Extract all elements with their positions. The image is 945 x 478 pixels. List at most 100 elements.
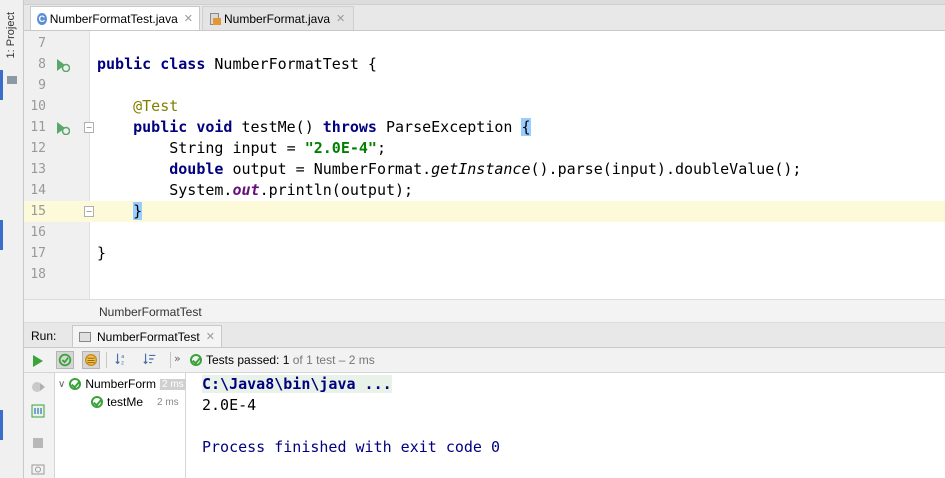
code-text: double output = NumberFormat.getInstance… — [169, 160, 802, 178]
ignored-icon — [85, 354, 97, 366]
class-icon: C — [37, 12, 47, 25]
code-line: 12 String input = "2.0E-4"; — [24, 138, 945, 159]
fold-icon[interactable]: − — [84, 206, 94, 217]
tree-item-label: testMe — [107, 395, 144, 409]
sort-alphabetically-button[interactable]: a z — [114, 351, 132, 369]
close-icon[interactable]: ✕ — [206, 330, 215, 343]
code-line-current: 15 − } — [24, 201, 945, 222]
svg-text:a: a — [121, 354, 124, 360]
line-number: 18 — [30, 267, 46, 282]
line-number: 9 — [38, 78, 46, 93]
code-line: 17 } — [24, 243, 945, 264]
sort-alpha-icon: a z — [115, 353, 124, 366]
tree-item-duration: 2 ms — [160, 378, 186, 390]
code-line: 14 System.out.println(output); — [24, 180, 945, 201]
show-ignored-button[interactable] — [82, 351, 100, 369]
console-output[interactable]: C:\Java8\bin\java ... 2.0E-4 Process fin… — [187, 373, 945, 478]
test-config-icon — [79, 331, 91, 342]
run-actions-bar — [24, 355, 55, 478]
status-detail: of 1 test – 2 ms — [292, 353, 375, 367]
line-number: 8 — [38, 57, 46, 72]
run-config-tab[interactable]: NumberFormatTest ✕ — [72, 325, 222, 347]
run-panel-header: Run: NumberFormatTest ✕ — [24, 323, 945, 348]
java-library-icon — [209, 12, 221, 25]
tree-row-test[interactable]: testMe 2 ms — [91, 393, 186, 411]
camera-icon[interactable] — [30, 461, 46, 477]
code-line: 11 − public void testMe() throws ParseEx… — [24, 117, 945, 138]
left-edge-accent — [0, 410, 3, 440]
code-text: } — [97, 244, 107, 262]
left-tool-strip: 1: Project — [0, 0, 24, 478]
line-number: 12 — [30, 141, 46, 156]
toggle-auto-test-icon[interactable] — [30, 403, 46, 419]
stop-icon[interactable] — [30, 435, 46, 451]
toolbar-separator — [170, 352, 171, 368]
code-text: public class NumberFormatTest { — [97, 55, 377, 73]
line-number: 17 — [30, 246, 46, 261]
run-tab-label: NumberFormatTest — [97, 329, 200, 344]
breadcrumb[interactable]: NumberFormatTest — [24, 299, 945, 323]
code-text: } — [133, 202, 143, 220]
run-test-icon[interactable] — [54, 121, 70, 135]
line-number: 11 — [30, 120, 46, 135]
code-line: 13 double output = NumberFormat.getInsta… — [24, 159, 945, 180]
run-test-icon[interactable] — [54, 58, 70, 72]
line-number: 10 — [30, 99, 46, 114]
breadcrumb-class[interactable]: NumberFormatTest — [99, 305, 202, 319]
sort-duration-icon — [143, 353, 156, 365]
code-line: 8 public class NumberFormatTest { — [24, 54, 945, 75]
tree-item-duration: 2 ms — [157, 396, 179, 408]
fold-icon[interactable]: − — [84, 122, 94, 133]
code-text: System.out.println(output); — [169, 181, 414, 199]
test-status: Tests passed: 1 of 1 test – 2 ms — [190, 353, 375, 367]
passed-icon — [190, 354, 202, 366]
project-tool-label: 1: Project — [5, 12, 17, 59]
run-toolbar: a z » Tests passed: 1 of 1 test – 2 ms — [24, 348, 945, 373]
code-line: 7 — [24, 33, 945, 54]
console-output-line: 2.0E-4 — [202, 396, 257, 414]
sort-by-duration-button[interactable] — [142, 351, 160, 369]
chevron-down-icon[interactable]: ∨ — [58, 379, 65, 390]
code-text: String input = "2.0E-4"; — [169, 139, 386, 157]
tab-numberformattest-java[interactable]: C NumberFormatTest.java ✕ — [30, 6, 200, 30]
toolbar-separator — [106, 352, 107, 368]
code-line: 18 — [24, 264, 945, 285]
show-passed-button[interactable] — [56, 351, 74, 369]
tab-numberformat-java[interactable]: NumberFormat.java ✕ — [202, 6, 354, 30]
status-count: 1 — [282, 353, 290, 367]
code-editor[interactable]: 7 8 public class NumberFormatTest { 9 10… — [24, 31, 945, 299]
test-results-tree[interactable]: ∨ NumberForm 2 ms testMe 2 ms — [55, 373, 186, 478]
tree-item-label: NumberForm — [85, 377, 157, 391]
rerun-icon[interactable] — [30, 353, 46, 369]
check-icon — [58, 353, 72, 367]
line-number: 13 — [30, 162, 46, 177]
left-edge-accent — [0, 220, 3, 250]
project-tool-tab[interactable]: 1: Project — [2, 10, 22, 90]
code-line: 9 — [24, 75, 945, 96]
code-line: 16 — [24, 222, 945, 243]
line-number: 16 — [30, 225, 46, 240]
close-icon[interactable]: ✕ — [184, 12, 193, 25]
tab-label: NumberFormat.java — [224, 11, 331, 26]
more-chevron-icon[interactable]: » — [174, 352, 181, 365]
close-icon[interactable]: ✕ — [336, 12, 345, 25]
line-number: 15 — [30, 204, 46, 219]
line-number: 7 — [38, 36, 46, 51]
toolbar-strip — [24, 0, 945, 5]
tree-row-class[interactable]: ∨ NumberForm 2 ms — [55, 375, 186, 393]
status-prefix: Tests passed: — [206, 353, 280, 367]
line-number: 14 — [30, 183, 46, 198]
console-exit-line: Process finished with exit code 0 — [202, 438, 501, 456]
code-text: @Test — [133, 97, 179, 115]
tab-label: NumberFormatTest.java — [49, 11, 178, 26]
passed-icon — [91, 396, 103, 408]
rerun-failed-icon[interactable] — [30, 379, 46, 395]
console-command-line: C:\Java8\bin\java ... — [202, 375, 392, 393]
svg-text:z: z — [121, 360, 124, 366]
editor-tab-bar: C NumberFormatTest.java ✕ NumberFormat.j… — [24, 0, 945, 31]
code-text: public void testMe() throws ParseExcepti… — [133, 118, 531, 136]
code-line: 10 @Test — [24, 96, 945, 117]
folder-icon — [7, 76, 17, 84]
run-label: Run: — [31, 329, 57, 343]
passed-icon — [69, 378, 82, 390]
